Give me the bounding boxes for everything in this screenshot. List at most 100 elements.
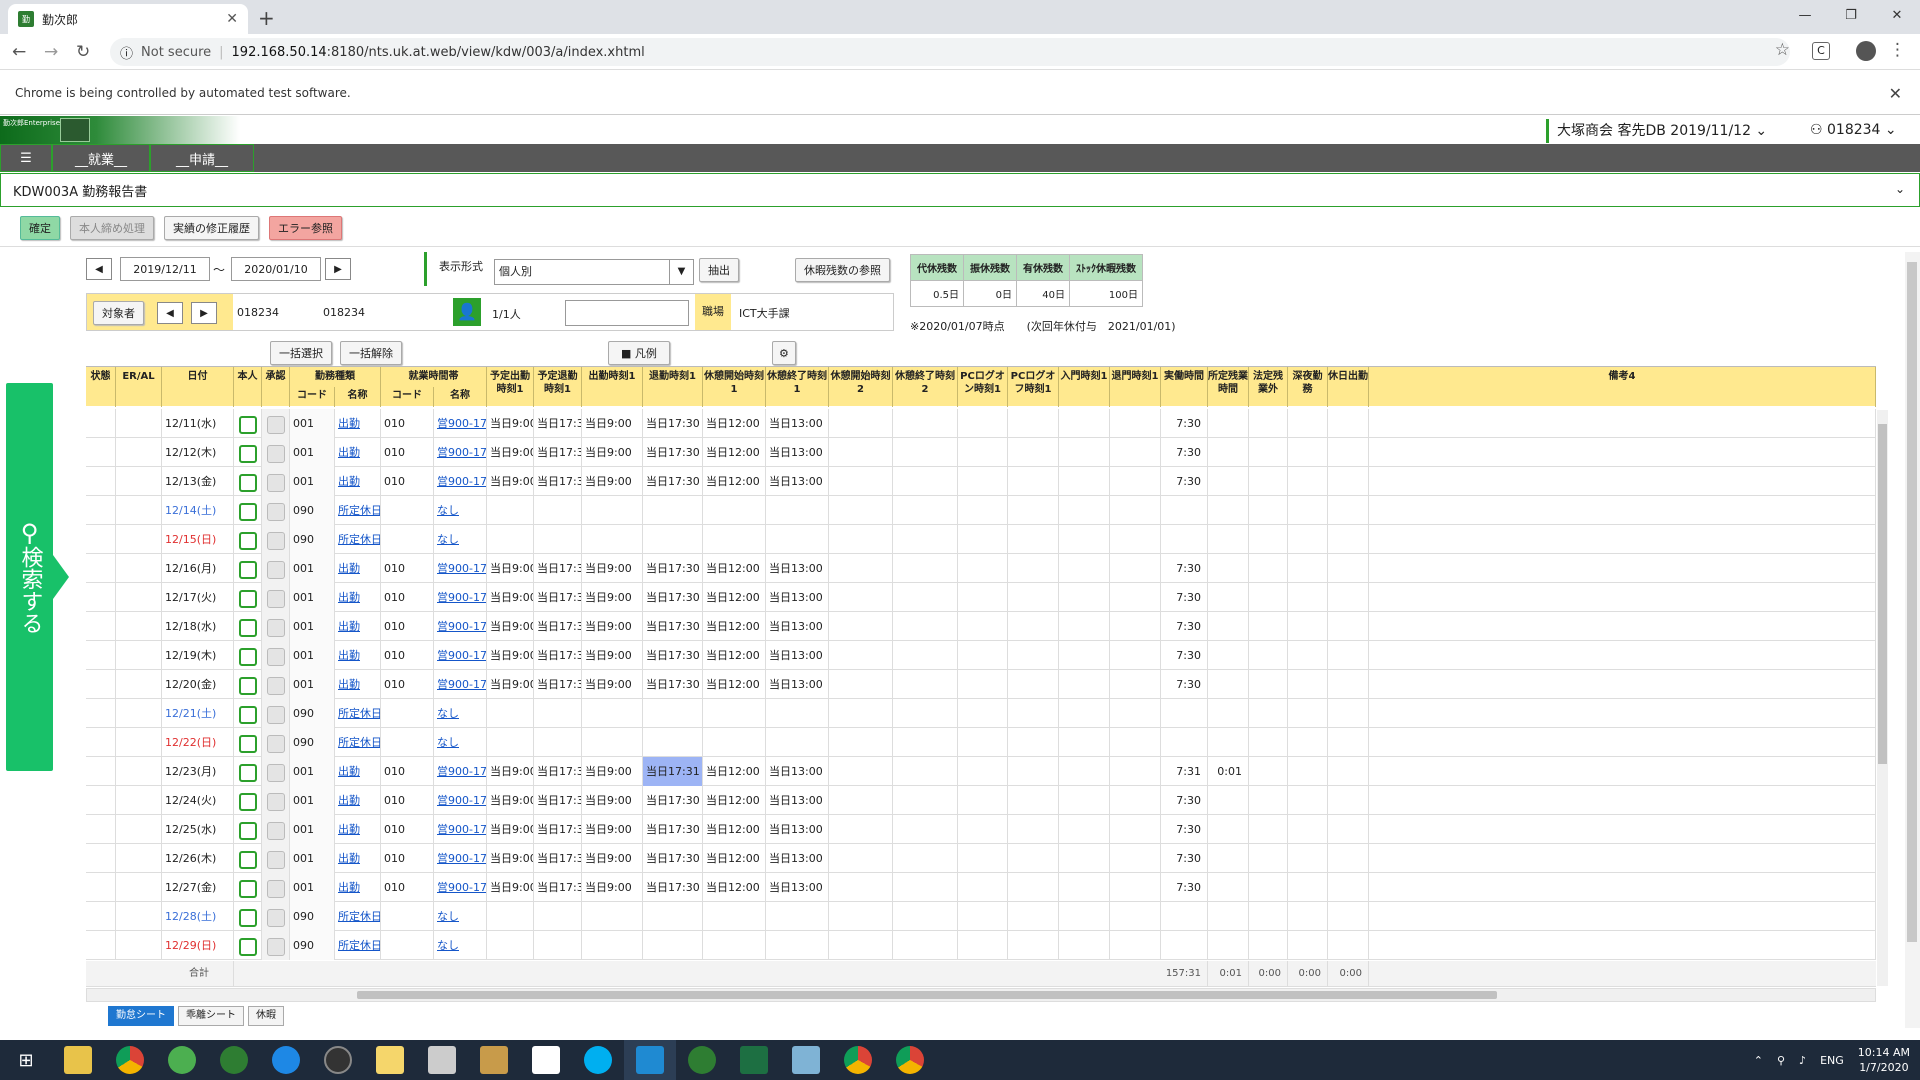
cell-be2[interactable] [893, 612, 958, 641]
worktype-link[interactable]: 出勤 [338, 446, 360, 459]
worktype-link[interactable]: 出勤 [338, 591, 360, 604]
sheet-tab-leave[interactable]: 休暇 [248, 1006, 284, 1026]
cell-gateout[interactable] [1110, 786, 1161, 815]
self-confirm-checkbox[interactable] [239, 938, 257, 956]
cell-gateout[interactable] [1110, 641, 1161, 670]
cell-pout[interactable]: 当日17:30 [534, 583, 582, 612]
cell-in[interactable]: 当日9:00 [582, 583, 643, 612]
worktime-link[interactable]: 営900-1730 [437, 562, 486, 575]
chart-app-icon[interactable] [520, 1040, 572, 1080]
cell-be[interactable]: 当日13:00 [766, 554, 829, 583]
cell-bs2[interactable] [829, 438, 893, 467]
worktime-link[interactable]: 営900-1730 [437, 591, 486, 604]
cell-bs2[interactable] [829, 815, 893, 844]
cell-pcon[interactable] [958, 438, 1008, 467]
worktype-link[interactable]: 所定休日 [338, 504, 380, 517]
cell-out[interactable] [643, 902, 703, 931]
cell-gatein[interactable] [1059, 902, 1110, 931]
prev-employee-button[interactable]: ◀ [157, 302, 183, 324]
cell-pcoff[interactable] [1008, 728, 1059, 757]
cell-legal[interactable] [1249, 467, 1288, 496]
cell-gateout[interactable] [1110, 815, 1161, 844]
cell-pcoff[interactable] [1008, 815, 1059, 844]
cell-holiday[interactable] [1328, 583, 1369, 612]
cell-legal[interactable] [1249, 902, 1288, 931]
cell-holiday[interactable] [1328, 815, 1369, 844]
cell-be[interactable]: 当日13:00 [766, 786, 829, 815]
worktime-link[interactable]: 営900-1730 [437, 852, 486, 865]
cell-pout[interactable]: 当日17:30 [534, 438, 582, 467]
cell-pcoff[interactable] [1008, 757, 1059, 786]
bookmark-star-icon[interactable]: ☆ [1775, 40, 1790, 60]
cell-gatein[interactable] [1059, 525, 1110, 554]
cell-holiday[interactable] [1328, 496, 1369, 525]
chrome-icon[interactable] [104, 1040, 156, 1080]
cell-pin[interactable]: 当日9:00 [487, 438, 534, 467]
chevron-down-icon[interactable]: ⌄ [1895, 182, 1905, 196]
cell-pout[interactable]: 当日17:30 [534, 641, 582, 670]
cell-night[interactable] [1288, 583, 1328, 612]
cell-pin[interactable]: 当日9:00 [487, 467, 534, 496]
cell-pin[interactable]: 当日9:00 [487, 670, 534, 699]
cell-in[interactable]: 当日9:00 [582, 467, 643, 496]
cell-legal[interactable] [1249, 583, 1288, 612]
cell-out[interactable]: 当日17:30 [643, 786, 703, 815]
cell-pcon[interactable] [958, 844, 1008, 873]
cell-bs2[interactable] [829, 699, 893, 728]
self-confirm-checkbox[interactable] [239, 561, 257, 579]
worktime-link[interactable]: なし [437, 939, 459, 952]
cell-note[interactable] [1369, 467, 1876, 496]
cell-pcoff[interactable] [1008, 612, 1059, 641]
cell-holiday[interactable] [1328, 670, 1369, 699]
cell-bs[interactable]: 当日12:00 [703, 409, 766, 438]
cell-in[interactable]: 当日9:00 [582, 844, 643, 873]
cell-legal[interactable] [1249, 438, 1288, 467]
cell-out[interactable]: 当日17:30 [643, 554, 703, 583]
cell-bs[interactable] [703, 728, 766, 757]
cell-pout[interactable] [534, 728, 582, 757]
cell-night[interactable] [1288, 525, 1328, 554]
cell-note[interactable] [1369, 525, 1876, 554]
error-reference-button[interactable]: エラー参照 [269, 216, 342, 240]
cell-holiday[interactable] [1328, 844, 1369, 873]
cell-bs2[interactable] [829, 844, 893, 873]
app-dark-circle-icon[interactable] [312, 1040, 364, 1080]
file-explorer-icon[interactable] [52, 1040, 104, 1080]
cell-pcon[interactable] [958, 496, 1008, 525]
cell-pcoff[interactable] [1008, 409, 1059, 438]
cell-gateout[interactable] [1110, 728, 1161, 757]
cell-pout[interactable] [534, 699, 582, 728]
language-indicator[interactable]: ENG [1820, 1054, 1844, 1067]
expand-arrow-icon[interactable] [53, 555, 69, 599]
cell-pcon[interactable] [958, 467, 1008, 496]
cell-holiday[interactable] [1328, 641, 1369, 670]
cell-be2[interactable] [893, 873, 958, 902]
cell-bs[interactable]: 当日12:00 [703, 815, 766, 844]
cell-pcoff[interactable] [1008, 670, 1059, 699]
cell-bs2[interactable] [829, 786, 893, 815]
cell-night[interactable] [1288, 554, 1328, 583]
cell-legal[interactable] [1249, 844, 1288, 873]
cell-be2[interactable] [893, 525, 958, 554]
cell-be2[interactable] [893, 728, 958, 757]
cell-bs[interactable] [703, 902, 766, 931]
cell-note[interactable] [1369, 496, 1876, 525]
cell-gateout[interactable] [1110, 873, 1161, 902]
cell-bs[interactable]: 当日12:00 [703, 786, 766, 815]
cell-pout[interactable] [534, 902, 582, 931]
cell-pcoff[interactable] [1008, 525, 1059, 554]
cell-in[interactable] [582, 525, 643, 554]
cell-out[interactable]: 当日17:30 [643, 467, 703, 496]
cell-pin[interactable]: 当日9:00 [487, 786, 534, 815]
cell-be2[interactable] [893, 583, 958, 612]
cell-note[interactable] [1369, 699, 1876, 728]
cell-be[interactable] [766, 902, 829, 931]
cell-bs2[interactable] [829, 409, 893, 438]
cell-holiday[interactable] [1328, 931, 1369, 960]
cell-holiday[interactable] [1328, 409, 1369, 438]
remote-desktop-icon[interactable] [416, 1040, 468, 1080]
worktime-link[interactable]: 営900-1730 [437, 475, 486, 488]
self-confirm-checkbox[interactable] [239, 851, 257, 869]
user-menu[interactable]: ⚇ 018234 ⌄ [1810, 122, 1897, 138]
cell-note[interactable] [1369, 815, 1876, 844]
